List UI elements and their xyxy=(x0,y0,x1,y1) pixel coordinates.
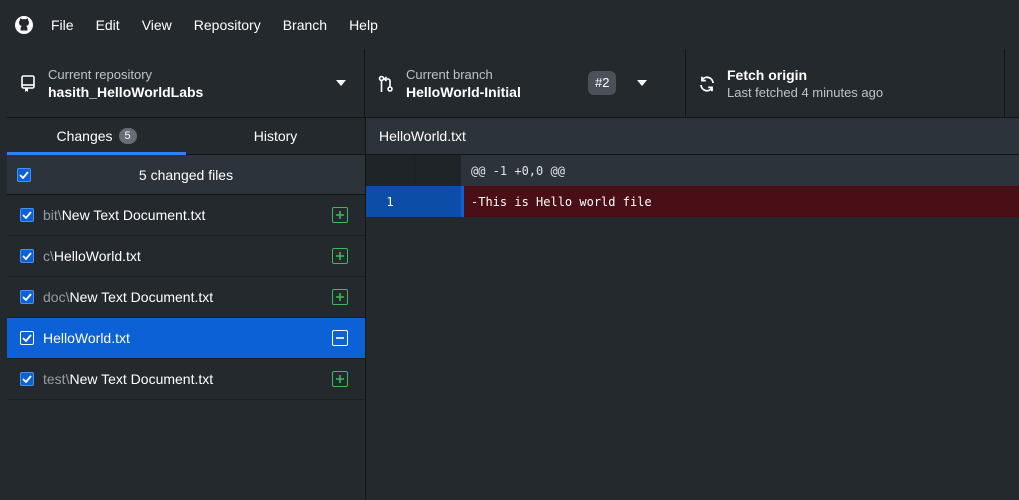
file-dir: bit\ xyxy=(43,207,62,223)
list-item[interactable]: bit\New Text Document.txt xyxy=(7,195,365,236)
changed-files-header: 5 changed files xyxy=(7,155,365,195)
fetch-origin-title: Fetch origin xyxy=(727,66,808,83)
sidebar-tabs: Changes 5 History xyxy=(7,118,365,155)
file-path: HelloWorld.txt xyxy=(43,330,130,346)
menu-branch[interactable]: Branch xyxy=(283,17,327,33)
old-line-number: 1 xyxy=(366,186,414,217)
new-line-gutter xyxy=(414,155,461,186)
list-item[interactable]: test\New Text Document.txt xyxy=(7,359,365,400)
file-name: HelloWorld.txt xyxy=(53,248,141,264)
list-item[interactable]: doc\New Text Document.txt xyxy=(7,277,365,318)
tab-history-label: History xyxy=(253,128,298,144)
file-checkbox[interactable] xyxy=(20,249,34,263)
current-repository-text: Current repository hasith_HelloWorldLabs xyxy=(48,67,203,101)
hunk-text: @@ -1 +0,0 @@ xyxy=(461,155,1019,186)
changes-count-badge: 5 xyxy=(118,128,137,144)
current-repository-value: hasith_HelloWorldLabs xyxy=(48,83,204,100)
chevron-down-icon xyxy=(637,80,647,86)
last-fetched-label: Last fetched 4 minutes ago xyxy=(727,84,884,100)
file-name: HelloWorld.txt xyxy=(43,330,130,346)
new-line-number xyxy=(414,186,461,217)
changes-sidebar: Changes 5 History 5 changed files bit\Ne… xyxy=(7,118,366,500)
fetch-origin-button[interactable]: Fetch origin Last fetched 4 minutes ago xyxy=(686,49,1005,118)
current-branch-button[interactable]: Current branch HelloWorld-Initial #2 xyxy=(365,49,686,118)
repository-icon xyxy=(18,74,38,94)
list-item[interactable]: c\HelloWorld.txt xyxy=(7,236,365,277)
menu-repository[interactable]: Repository xyxy=(194,17,261,33)
changed-files-list: bit\New Text Document.txt c\HelloWorld.t… xyxy=(7,195,365,400)
tab-history[interactable]: History xyxy=(186,118,365,154)
diff-hunk-header: @@ -1 +0,0 @@ xyxy=(366,155,1019,186)
file-added-icon xyxy=(332,207,348,223)
old-line-gutter xyxy=(366,155,414,186)
file-checkbox[interactable] xyxy=(20,208,34,222)
file-path: c\HelloWorld.txt xyxy=(43,248,141,264)
file-name: New Text Document.txt xyxy=(61,207,206,223)
file-path: doc\New Text Document.txt xyxy=(43,289,213,305)
sync-icon xyxy=(697,74,717,94)
file-checkbox[interactable] xyxy=(20,290,34,304)
file-path: test\New Text Document.txt xyxy=(43,371,213,387)
file-dir: c\ xyxy=(43,248,54,264)
file-added-icon xyxy=(332,289,348,305)
toolbar: Current repository hasith_HelloWorldLabs… xyxy=(7,49,1019,118)
app-window: File Edit View Repository Branch Help Cu… xyxy=(7,8,1019,500)
file-dir: test\ xyxy=(43,371,70,387)
tab-changes-label: Changes xyxy=(56,128,113,144)
file-deleted-icon xyxy=(332,330,348,346)
file-name: New Text Document.txt xyxy=(69,371,214,387)
diff-file-name: HelloWorld.txt xyxy=(366,118,1019,155)
current-branch-text: Current branch HelloWorld-Initial xyxy=(406,67,521,101)
chevron-down-icon xyxy=(336,80,346,86)
github-logo-icon xyxy=(13,14,35,36)
menu-view[interactable]: View xyxy=(142,17,172,33)
tab-changes[interactable]: Changes 5 xyxy=(7,118,186,155)
file-name: New Text Document.txt xyxy=(69,289,214,305)
menu-file[interactable]: File xyxy=(51,17,74,33)
pull-request-badge[interactable]: #2 xyxy=(588,71,617,95)
diff-line-text: -This is Hello world file xyxy=(461,186,1019,217)
menu-edit[interactable]: Edit xyxy=(96,17,120,33)
current-branch-label: Current branch xyxy=(406,66,493,82)
diff-view: HelloWorld.txt @@ -1 +0,0 @@ 1 -This is … xyxy=(366,118,1019,500)
current-repository-label: Current repository xyxy=(48,66,153,82)
file-added-icon xyxy=(332,371,348,387)
file-path: bit\New Text Document.txt xyxy=(43,207,205,223)
current-repository-button[interactable]: Current repository hasith_HelloWorldLabs xyxy=(7,49,365,118)
fetch-origin-text: Fetch origin Last fetched 4 minutes ago xyxy=(727,66,883,102)
changed-files-count: 5 changed files xyxy=(138,166,234,183)
current-branch-value: HelloWorld-Initial xyxy=(406,83,521,100)
list-item-selected[interactable]: HelloWorld.txt xyxy=(7,318,365,359)
file-checkbox[interactable] xyxy=(20,372,34,386)
file-dir: doc\ xyxy=(43,289,70,305)
menu-bar: File Edit View Repository Branch Help xyxy=(7,8,1019,42)
file-added-icon xyxy=(332,248,348,264)
git-branch-icon xyxy=(376,74,396,94)
file-checkbox[interactable] xyxy=(20,331,34,345)
diff-line-deleted[interactable]: 1 -This is Hello world file xyxy=(366,186,1019,217)
menu-help[interactable]: Help xyxy=(349,17,378,33)
